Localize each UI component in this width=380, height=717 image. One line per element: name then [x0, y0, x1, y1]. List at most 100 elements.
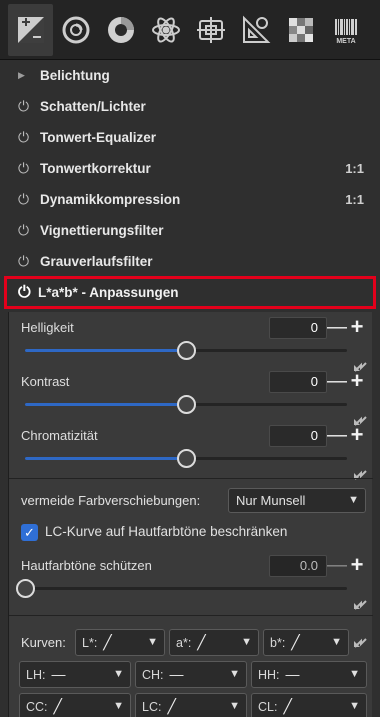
dropdown-value: Nur Munsell	[236, 493, 306, 508]
chevron-down-icon: ▼	[113, 700, 124, 712]
tool-label: Grauverlaufsfilter	[40, 254, 153, 269]
curve-a-button[interactable]: a*: ╱ ▼	[169, 629, 259, 656]
curve-cc-button[interactable]: CC: ╱ ▼	[19, 693, 131, 717]
slider-label: Chromatizität	[21, 428, 98, 443]
slider-fill	[25, 349, 186, 352]
chevron-down-icon: ▼	[349, 700, 360, 712]
slider-thumb[interactable]	[15, 579, 35, 598]
curve-button-label: CH:	[142, 668, 164, 682]
curve-lh-button[interactable]: LH: — ▼	[19, 661, 131, 688]
power-icon[interactable]: ⏻	[18, 284, 38, 302]
tool-row-grauverlaufsfilter[interactable]: ⏻ Grauverlaufsfilter	[0, 246, 380, 277]
contrast-value-field[interactable]: 0	[269, 371, 327, 393]
tool-list: ▶ Belichtung ⏻ Schatten/Lichter ⏻ Tonwer…	[0, 60, 380, 277]
curve-button-label: b*:	[270, 636, 286, 650]
curve-b-button[interactable]: b*: ╱ ▼	[263, 629, 349, 656]
contrast-slider-block: Kontrast 0 — +	[9, 368, 373, 430]
increment-button[interactable]: +	[346, 369, 368, 393]
detail-tab-icon[interactable]	[53, 4, 98, 56]
tool-row-vignettierungsfilter[interactable]: ⏻ Vignettierungsfilter	[0, 215, 380, 246]
power-icon[interactable]: ⏻	[18, 129, 36, 146]
decrement-button[interactable]: —	[327, 425, 347, 447]
chevron-down-icon: ▼	[241, 636, 252, 648]
divider	[9, 615, 373, 616]
chevron-down-icon: ▼	[147, 636, 158, 648]
tool-row-tonwert-equalizer[interactable]: ⏻ Tonwert-Equalizer	[0, 122, 380, 153]
linear-curve-icon: ╱	[197, 634, 206, 650]
tool-label: Tonwertkorrektur	[40, 161, 151, 176]
lab-title: L*a*b* - Anpassungen	[38, 285, 179, 300]
slider-fill	[25, 403, 186, 406]
slider-fill	[25, 457, 186, 460]
curve-button-label: CL:	[258, 700, 278, 714]
increment-button[interactable]: +	[346, 423, 368, 447]
power-icon[interactable]: ⏻	[18, 160, 36, 177]
scale-badge: 1:1	[345, 192, 364, 207]
power-icon[interactable]: ⏻	[18, 253, 36, 270]
avoid-shift-dropdown[interactable]: Nur Munsell ▼	[228, 488, 366, 513]
lc-curve-checkbox-label: LC-Kurve auf Hautfarbtöne beschränken	[45, 524, 288, 539]
flat-curve-icon: —	[51, 666, 66, 682]
curve-button-label: CC:	[26, 700, 48, 714]
lightness-value-field[interactable]: 0	[269, 317, 327, 339]
transform-tab-icon[interactable]	[188, 4, 233, 56]
decrement-button[interactable]: —	[327, 371, 347, 393]
flat-curve-icon: —	[285, 666, 300, 682]
decrement-button[interactable]: —	[327, 317, 347, 339]
meta-tab-icon[interactable]: META	[323, 4, 368, 56]
tool-row-schatten-lichter[interactable]: ⏻ Schatten/Lichter	[0, 91, 380, 122]
curve-button-label: HH:	[258, 668, 280, 682]
curve-l-button[interactable]: L*: ╱ ▼	[75, 629, 165, 656]
slider-label: Kontrast	[21, 374, 70, 389]
curves-label: Kurven:	[21, 635, 66, 650]
tool-label: Belichtung	[40, 68, 110, 83]
tool-row-dynamikkompression[interactable]: ⏻ Dynamikkompression 1:1	[0, 184, 380, 215]
power-icon[interactable]: ⏻	[18, 98, 36, 115]
filmstrip-tab-icon[interactable]	[278, 4, 323, 56]
slider-thumb[interactable]	[176, 449, 196, 468]
curve-hh-button[interactable]: HH: — ▼	[251, 661, 367, 688]
increment-button[interactable]: +	[346, 553, 368, 577]
scale-badge: 1:1	[345, 161, 364, 176]
linear-curve-icon: ╱	[291, 634, 300, 650]
flat-curve-icon: —	[169, 666, 184, 682]
curve-cl-button[interactable]: CL: ╱ ▼	[251, 693, 367, 717]
slider-label: Helligkeit	[21, 320, 74, 335]
chevron-down-icon: ▼	[229, 668, 240, 680]
curve-ch-button[interactable]: CH: — ▼	[135, 661, 247, 688]
linear-curve-icon: ╱	[167, 698, 176, 714]
exposure-tab-icon[interactable]	[8, 3, 53, 56]
curve-lc-button[interactable]: LC: ╱ ▼	[135, 693, 247, 717]
chevron-down-icon: ▼	[348, 494, 359, 506]
lc-curve-checkbox[interactable]: ✓	[21, 524, 38, 541]
power-icon[interactable]: ⏻	[18, 191, 36, 208]
power-icon[interactable]: ⏻	[18, 222, 36, 239]
linear-curve-icon: ╱	[103, 634, 112, 650]
increment-button[interactable]: +	[346, 315, 368, 339]
chevron-down-icon: ▼	[331, 636, 342, 648]
slider-thumb[interactable]	[176, 341, 196, 360]
raw-tab-icon[interactable]	[233, 4, 278, 56]
curve-button-label: L*:	[82, 636, 98, 650]
color-tab-icon[interactable]	[98, 4, 143, 56]
lab-adjustments-header[interactable]: ⏻ L*a*b* - Anpassungen	[4, 276, 376, 309]
reset-icon[interactable]	[353, 638, 367, 648]
expand-triangle-icon[interactable]: ▶	[18, 70, 36, 81]
linear-curve-icon: ╱	[283, 698, 292, 714]
slider-thumb[interactable]	[176, 395, 196, 414]
avoid-shift-label: vermeide Farbverschiebungen:	[21, 493, 201, 508]
protect-value-field[interactable]: 0.0	[269, 555, 327, 577]
chevron-down-icon: ▼	[229, 700, 240, 712]
curve-button-label: LC:	[142, 700, 162, 714]
reset-icon[interactable]	[353, 600, 367, 610]
decrement-button[interactable]: —	[327, 555, 347, 577]
advanced-tab-icon[interactable]	[143, 4, 188, 56]
tool-row-tonwertkorrektur[interactable]: ⏻ Tonwertkorrektur 1:1	[0, 153, 380, 184]
tool-label: Vignettierungsfilter	[40, 223, 164, 238]
curve-button-label: LH:	[26, 668, 46, 682]
slider-track[interactable]	[25, 587, 347, 590]
tool-row-belichtung[interactable]: ▶ Belichtung	[0, 60, 380, 91]
slider-label: Hautfarbtöne schützen	[21, 558, 152, 573]
chromaticity-value-field[interactable]: 0	[269, 425, 327, 447]
chromaticity-slider-block: Chromatizität 0 — +	[9, 422, 373, 484]
